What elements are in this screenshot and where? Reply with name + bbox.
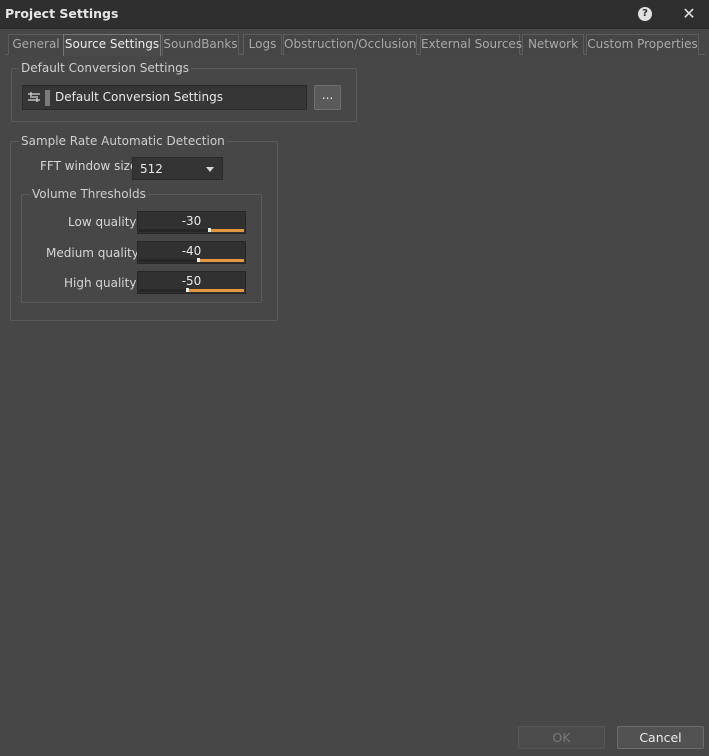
slider-track (139, 258, 244, 262)
tab-general[interactable]: General (8, 34, 64, 55)
low-quality-label: Low quality (68, 215, 137, 229)
slider-fill (199, 259, 244, 262)
ok-button[interactable]: OK (518, 726, 605, 749)
fft-window-size-value: 512 (140, 162, 163, 176)
window-title: Project Settings (5, 6, 119, 21)
high-quality-label: High quality (64, 276, 137, 290)
tab-bar: General Source Settings SoundBanks Logs … (5, 34, 705, 56)
sample-rate-group-label: Sample Rate Automatic Detection (19, 134, 227, 148)
cancel-button[interactable]: Cancel (617, 726, 704, 749)
chevron-down-icon (206, 167, 214, 172)
medium-quality-label: Medium quality (46, 246, 139, 260)
tab-source-settings[interactable]: Source Settings (63, 34, 161, 56)
slider-fill (188, 289, 244, 292)
tab-obstruction-occlusion[interactable]: Obstruction/Occlusion (283, 34, 417, 55)
title-bar: Project Settings ? ✕ (0, 0, 709, 29)
default-conversion-group-label: Default Conversion Settings (19, 61, 191, 75)
high-quality-slider[interactable]: -50 (137, 271, 246, 294)
slider-fill (210, 229, 244, 232)
low-quality-slider[interactable]: -30 (137, 211, 246, 234)
fft-window-size-label: FFT window size (40, 159, 138, 173)
slider-thumb[interactable] (197, 258, 200, 262)
conversion-settings-value: Default Conversion Settings (55, 90, 223, 104)
slider-thumb[interactable] (208, 228, 211, 232)
medium-quality-slider[interactable]: -40 (137, 241, 246, 264)
browse-button[interactable]: ... (314, 85, 341, 110)
volume-thresholds-group-label: Volume Thresholds (30, 187, 148, 201)
tab-external-sources[interactable]: External Sources (420, 34, 522, 55)
slider-thumb[interactable] (186, 288, 189, 292)
conversion-settings-icon (28, 92, 40, 102)
question-mark-icon[interactable]: ? (638, 7, 652, 21)
conversion-settings-field[interactable]: Default Conversion Settings (22, 85, 307, 110)
slider-track (139, 288, 244, 292)
tab-logs[interactable]: Logs (243, 34, 282, 55)
low-quality-value: -30 (181, 214, 202, 228)
conversion-color-swatch (45, 90, 50, 106)
slider-track (139, 228, 244, 232)
close-icon[interactable]: ✕ (681, 5, 697, 23)
medium-quality-value: -40 (181, 244, 202, 258)
high-quality-value: -50 (181, 274, 202, 288)
fft-window-size-select[interactable]: 512 (132, 157, 223, 180)
tab-soundbanks[interactable]: SoundBanks (162, 34, 239, 55)
tab-custom-properties[interactable]: Custom Properties (586, 34, 699, 55)
tab-network[interactable]: Network (522, 34, 584, 55)
